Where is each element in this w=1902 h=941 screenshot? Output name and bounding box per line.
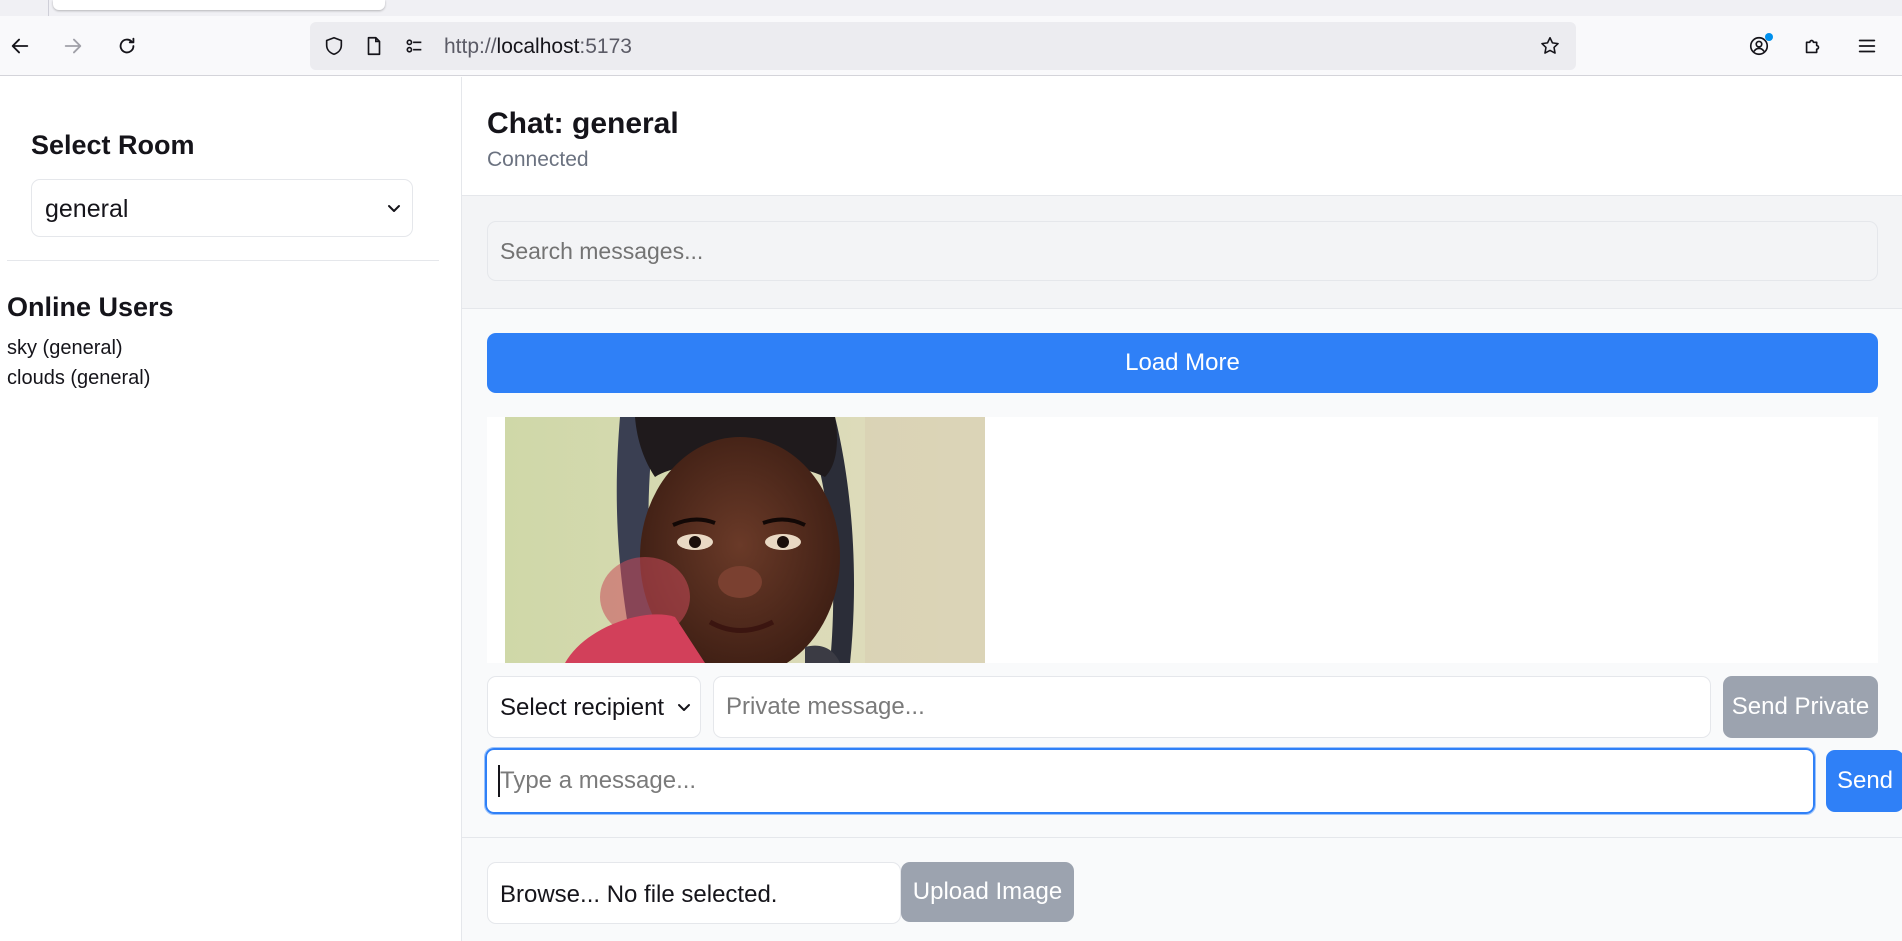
selfie-photo: [505, 417, 985, 663]
message-input[interactable]: [484, 747, 1816, 815]
tab-strip: [0, 0, 1902, 16]
room-select-value: general: [45, 195, 129, 223]
shield-icon[interactable]: [322, 34, 346, 58]
upload-image-button[interactable]: Upload Image: [901, 862, 1074, 922]
search-bar: [462, 196, 1902, 309]
text-caret: [498, 765, 500, 797]
forward-arrow-icon: [64, 38, 82, 54]
page-info-icon[interactable]: [362, 34, 386, 58]
send-button[interactable]: Send: [1826, 750, 1902, 812]
sidebar: Select Room general Online Users sky (ge…: [0, 77, 462, 941]
search-input[interactable]: [487, 221, 1878, 281]
chevron-down-icon: [388, 205, 400, 212]
online-user-item: sky (general): [7, 337, 123, 359]
url-prefix: http://: [444, 35, 497, 58]
select-room-title: Select Room: [31, 130, 195, 160]
file-input-text: Browse... No file selected.: [500, 881, 778, 908]
send-private-button[interactable]: Send Private: [1723, 676, 1878, 738]
sidebar-divider: [7, 260, 439, 261]
active-tab[interactable]: [53, 0, 385, 10]
hamburger-icon: [1858, 39, 1876, 53]
chat-title: Chat: general: [487, 107, 679, 140]
messages-list: [487, 417, 1878, 663]
private-message-row: Select recipient Send Private: [487, 676, 1878, 738]
tab-separator: [48, 0, 49, 16]
image-upload-bar: Browse... No file selected. Upload Image: [462, 837, 1902, 941]
menu-button[interactable]: [1851, 30, 1883, 62]
forward-button[interactable]: [57, 30, 89, 62]
load-more-button[interactable]: Load More: [487, 333, 1878, 393]
recipient-select-value: Select recipient: [500, 694, 665, 721]
private-message-input[interactable]: [713, 676, 1711, 738]
chat-panel: Chat: general Connected Load More: [462, 77, 1902, 941]
message-composer: Send: [484, 747, 1902, 815]
browser-toolbar: http://localhost:5173: [0, 16, 1902, 76]
recipient-select[interactable]: Select recipient: [487, 676, 701, 738]
extensions-button[interactable]: [1797, 30, 1829, 62]
url-text[interactable]: http://localhost:5173: [444, 35, 632, 59]
puzzle-icon: [1805, 39, 1820, 54]
file-input[interactable]: Browse... No file selected.: [487, 862, 901, 924]
back-arrow-icon: [11, 38, 29, 54]
online-user-item: clouds (general): [7, 367, 151, 389]
room-select[interactable]: general: [31, 179, 413, 237]
url-port: :5173: [579, 35, 632, 58]
chat-header: Chat: general Connected: [462, 77, 1902, 196]
connection-status: Connected: [487, 148, 589, 171]
address-bar[interactable]: http://localhost:5173: [310, 22, 1576, 70]
notification-dot: [1765, 33, 1773, 41]
back-button[interactable]: [4, 30, 36, 62]
online-users-list: sky (general) clouds (general): [7, 333, 150, 393]
reload-icon: [119, 37, 135, 54]
bookmark-star-icon[interactable]: [1538, 34, 1562, 58]
account-button[interactable]: [1743, 30, 1775, 62]
url-host: localhost: [496, 35, 580, 58]
shared-image-message[interactable]: [505, 417, 985, 663]
reload-button[interactable]: [111, 30, 143, 62]
chevron-down-icon: [678, 704, 690, 711]
online-users-title: Online Users: [7, 292, 174, 322]
conversation-area: Load More Select recipient Private messa…: [462, 309, 1902, 941]
permissions-icon[interactable]: [402, 34, 426, 58]
